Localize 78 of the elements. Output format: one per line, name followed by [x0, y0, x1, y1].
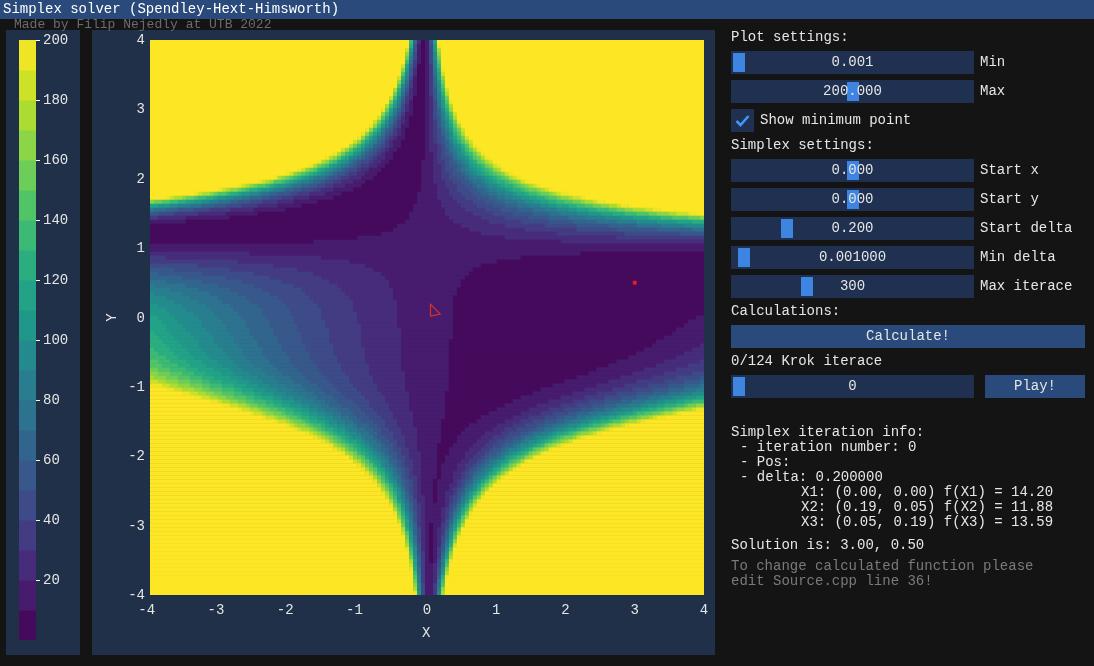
- axis-tick-label: 4: [699, 603, 709, 617]
- simplex-triangle: [429, 302, 442, 317]
- tick-mark: [36, 99, 40, 101]
- axis-tick-label: 3: [630, 603, 639, 617]
- tick-mark: [36, 579, 40, 581]
- axis-tick-label: -2: [128, 449, 145, 464]
- colorbar-tick-label: 160: [43, 153, 69, 167]
- slider-label: Start y: [980, 192, 1039, 207]
- calculate-button[interactable]: Calculate!: [731, 325, 1085, 348]
- solution-text: Solution is: 3.00, 0.50: [731, 538, 926, 553]
- axis-tick-label: 4: [136, 33, 145, 47]
- colorbar-tick-label: 100: [43, 333, 69, 347]
- axis-tick-label: 3: [136, 102, 145, 117]
- axis-tick-label: 2: [561, 603, 570, 617]
- slider[interactable]: 0.001: [731, 51, 974, 74]
- slider-label: Min: [980, 55, 1006, 70]
- play-button[interactable]: Play!: [985, 375, 1085, 398]
- tick-mark: [36, 519, 40, 521]
- checkbox[interactable]: [731, 109, 754, 132]
- slider[interactable]: 300: [731, 275, 974, 298]
- section-heading: Simplex settings:: [731, 138, 875, 153]
- slider[interactable]: 0.001000: [731, 246, 974, 269]
- axis-tick-label: 0: [422, 603, 432, 617]
- axis-tick-label: 0: [136, 310, 145, 325]
- tick-mark: [36, 399, 40, 401]
- slider[interactable]: 0.200: [731, 217, 974, 240]
- credit-text: Made by Filip Nejedly at UTB 2022: [14, 19, 273, 30]
- info-heading: Simplex iteration info:: [731, 425, 926, 440]
- checkmark-icon: [735, 114, 750, 127]
- info-line: - iteration number: 0: [739, 440, 918, 455]
- info-line: - Pos:: [739, 455, 792, 470]
- axis-tick-label: 2: [136, 171, 145, 186]
- axis-label: Y: [104, 313, 120, 322]
- axis-label: X: [422, 626, 431, 641]
- slider-value: 300: [839, 279, 866, 294]
- colorbar-tick-label: 120: [43, 273, 69, 287]
- tick-mark: [36, 339, 40, 341]
- axis-tick-label: -3: [207, 603, 225, 617]
- tick-mark: [36, 159, 40, 161]
- colorbar-tick-label: 20: [43, 573, 60, 587]
- tick-mark: [36, 39, 40, 41]
- colorbar-tick-label: 80: [43, 393, 60, 407]
- slider-label: Start delta: [980, 221, 1073, 236]
- info-line: X1: (0.00, 0.00) f(X1) = 14.20: [800, 485, 1055, 500]
- checkbox-label: Show minimum point: [760, 113, 912, 128]
- axis-tick-label: -4: [138, 603, 156, 617]
- colorbar-tick-label: 60: [43, 453, 60, 467]
- slider-label: Max: [980, 84, 1006, 99]
- info-line: - delta: 0.200000: [739, 470, 884, 485]
- step-label: 0/124 Krok iterace: [731, 354, 884, 369]
- colorbar-tick-label: 140: [43, 213, 69, 227]
- info-line: X3: (0.05, 0.19) f(X3) = 13.59: [800, 515, 1055, 530]
- tick-mark: [36, 219, 40, 221]
- slider-value: 0.001000: [818, 250, 887, 265]
- axis-tick-label: -1: [346, 603, 363, 617]
- axis-tick-label: 1: [492, 603, 501, 617]
- axis-tick-label: 1: [136, 241, 145, 256]
- section-heading: Calculations:: [731, 304, 842, 319]
- slider-value: 0: [848, 379, 857, 394]
- section-heading: Plot settings:: [731, 30, 850, 45]
- slider-label: Min delta: [980, 250, 1056, 265]
- axis-tick-label: -1: [128, 379, 145, 394]
- axis-tick-label: -2: [276, 603, 294, 617]
- window-title: Simplex solver (Spendley-Hext-Himsworth): [3, 1, 340, 17]
- slider[interactable]: 0: [731, 375, 974, 398]
- axis-tick-label: -4: [128, 588, 145, 602]
- colorbar-tick-label: 200: [43, 33, 69, 47]
- colorbar-tick-label: 180: [43, 93, 69, 107]
- slider-value: 0.001: [831, 55, 874, 70]
- tick-mark: [36, 279, 40, 281]
- info-line: X2: (0.19, 0.05) f(X2) = 11.88: [800, 500, 1055, 515]
- tick-mark: [36, 459, 40, 461]
- slider-label: Max iterace: [980, 279, 1073, 294]
- slider-value: 0.200: [831, 221, 874, 236]
- axis-tick-label: -3: [128, 518, 145, 533]
- slider-label: Start x: [980, 163, 1039, 178]
- colorbar-tick-label: 40: [43, 513, 60, 527]
- hint-text: To change calculated function please edit Source.cpp line 36!: [731, 559, 1035, 589]
